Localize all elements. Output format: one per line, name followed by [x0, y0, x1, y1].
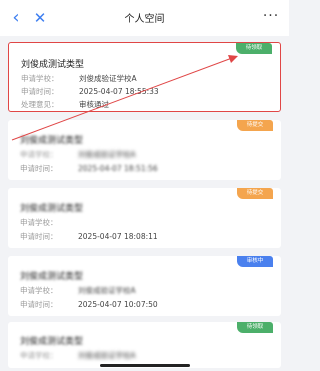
school-row: 申请学校：: [20, 217, 78, 228]
card-title: 刘俊成测试类型: [20, 272, 84, 282]
card-title: 刘俊成测试类型: [21, 60, 85, 70]
time-value: 2025-04-07 18:08:11: [78, 232, 158, 241]
application-card[interactable]: 审核中 刘俊成测试类型 申请学校： 刘俊成验证学校A 申请时间： 2025-04-0…: [8, 256, 281, 316]
school-row: 申请学校： 刘俊成验证学校A: [20, 149, 136, 160]
time-label: 申请时间：: [20, 300, 58, 309]
school-row: 申请学校： 刘俊成验证学校A: [20, 285, 136, 296]
time-label: 申请时间：: [20, 164, 58, 173]
school-label: 申请学校：: [20, 286, 58, 295]
application-card[interactable]: 待提交 刘俊成测试类型 申请学校： 申请时间： 2025-04-07 18:08:…: [8, 188, 281, 248]
school-label: 申请学校：: [21, 74, 59, 83]
school-row: 申请学校： 刘俊成验证学校A: [20, 350, 136, 361]
opinion-label: 处理意见：: [21, 100, 59, 109]
card-title: 刘俊成测试类型: [20, 337, 84, 347]
personal-space-screen: ‹ ✕ 个人空间 ··· 待领取 刘俊成测试类型 申请学校： 刘俊成验证学校A 申…: [0, 0, 289, 371]
time-row: 申请时间： 2025-04-07 18:51:56: [20, 163, 158, 174]
time-value: 2025-04-07 18:55:33: [79, 87, 159, 96]
time-label: 申请时间：: [21, 87, 59, 96]
application-card[interactable]: 待领取 刘俊成测试类型 申请学校： 刘俊成验证学校A 申请时间： 2025-04-0…: [8, 42, 281, 112]
status-badge: 审核中: [237, 256, 273, 267]
status-badge: 待提交: [237, 188, 273, 199]
school-value: 刘俊成验证学校A: [78, 351, 136, 360]
opinion-row: 处理意见： 审核通过: [21, 99, 109, 110]
school-row: 申请学校： 刘俊成验证学校A: [21, 73, 137, 84]
page-title: 个人空间: [124, 14, 165, 25]
time-label: 申请时间：: [20, 232, 58, 241]
school-value: 刘俊成验证学校A: [79, 74, 137, 83]
time-row: 申请时间： 2025-04-07 18:55:33: [21, 86, 159, 97]
school-label: 申请学校：: [20, 218, 58, 227]
status-badge: 待领取: [236, 43, 272, 54]
application-card[interactable]: 待领取 刘俊成测试类型 申请学校： 刘俊成验证学校A: [8, 322, 281, 368]
school-value: 刘俊成验证学校A: [78, 286, 136, 295]
card-title: 刘俊成测试类型: [20, 136, 84, 146]
time-value: 2025-04-07 10:07:50: [78, 300, 158, 309]
school-label: 申请学校：: [20, 150, 58, 159]
status-badge: 待领取: [237, 322, 273, 333]
home-indicator: [100, 364, 190, 367]
school-label: 申请学校：: [20, 351, 58, 360]
time-row: 申请时间： 2025-04-07 10:07:50: [20, 299, 158, 310]
school-value: 刘俊成验证学校A: [78, 150, 136, 159]
time-value: 2025-04-07 18:51:56: [78, 164, 158, 173]
card-title: 刘俊成测试类型: [20, 204, 84, 214]
time-row: 申请时间： 2025-04-07 18:08:11: [20, 231, 158, 242]
more-icon[interactable]: ···: [261, 6, 281, 26]
opinion-value: 审核通过: [79, 100, 109, 109]
status-badge: 待提交: [237, 120, 273, 131]
navbar: ‹ ✕ 个人空间 ···: [0, 0, 289, 36]
application-card[interactable]: 待提交 刘俊成测试类型 申请学校： 刘俊成验证学校A 申请时间： 2025-04-0…: [8, 120, 281, 180]
